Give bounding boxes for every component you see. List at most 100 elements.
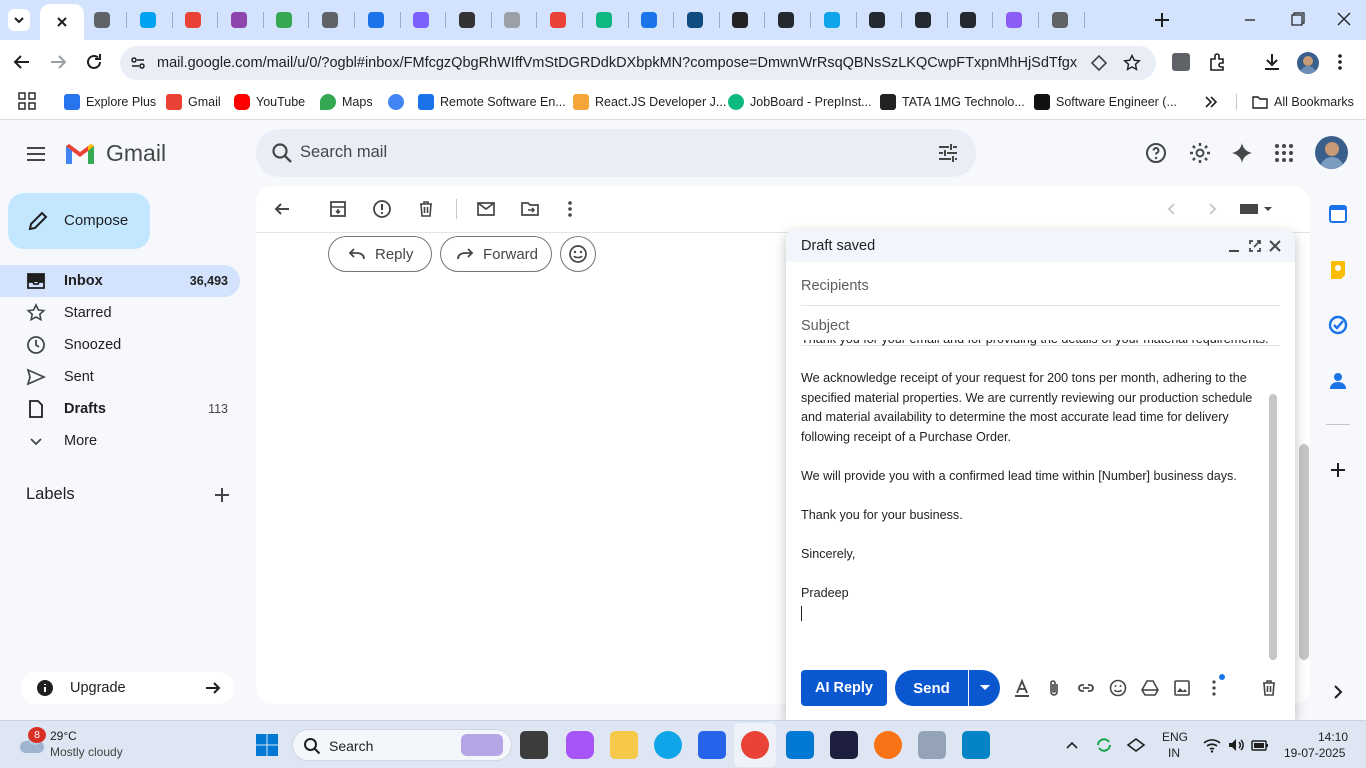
settings-gear-icon[interactable]	[1188, 141, 1212, 165]
all-bookmarks-folder[interactable]: All Bookmarks	[1252, 92, 1354, 112]
browser-tab[interactable]	[546, 8, 570, 32]
archive-icon[interactable]	[328, 199, 348, 219]
bookmark-maps[interactable]: Maps	[320, 92, 373, 112]
browser-tab[interactable]	[455, 8, 479, 32]
browser-tab[interactable]	[1002, 8, 1026, 32]
nav-more[interactable]: More	[0, 425, 240, 457]
profile-avatar[interactable]	[1297, 52, 1319, 74]
active-tab[interactable]	[40, 4, 84, 40]
chevron-up-icon[interactable]	[1064, 737, 1080, 753]
bookmark-jobboard[interactable]: JobBoard - PrepInst...	[728, 92, 872, 112]
google-drive-icon[interactable]	[1140, 678, 1160, 698]
search-bar[interactable]: Search mail	[256, 129, 976, 177]
bookmark-google[interactable]	[388, 92, 410, 112]
nav-sent[interactable]: Sent	[0, 361, 240, 393]
edge-icon[interactable]	[654, 731, 682, 759]
chrome-icon[interactable]	[741, 731, 769, 759]
browser-tab[interactable]	[272, 8, 296, 32]
taskbar-search[interactable]: Search	[292, 729, 512, 761]
puzzle-icon[interactable]	[1208, 52, 1228, 72]
tab-search-button[interactable]	[8, 9, 30, 31]
bookmark-gmail[interactable]: Gmail	[166, 92, 221, 112]
bookmark-reactjs[interactable]: React.JS Developer J...	[573, 92, 726, 112]
back-arrow-icon[interactable]	[272, 199, 292, 219]
chevron-double-right-icon[interactable]	[1202, 93, 1220, 111]
browser-tab[interactable]	[409, 8, 433, 32]
forward-button[interactable]: Forward	[440, 236, 552, 272]
browser-tab[interactable]	[136, 8, 160, 32]
reply-button[interactable]: Reply	[328, 236, 432, 272]
browser-tab[interactable]	[956, 8, 980, 32]
move-to-icon[interactable]	[520, 199, 540, 219]
attach-file-icon[interactable]	[1044, 678, 1064, 698]
wifi-icon[interactable]	[1202, 735, 1222, 755]
formatting-options-icon[interactable]	[1012, 678, 1032, 698]
add-label-icon[interactable]	[212, 485, 232, 505]
tasks-app-icon[interactable]	[1326, 313, 1350, 337]
browser-tab[interactable]	[911, 8, 935, 32]
upgrade-button[interactable]: Upgrade	[20, 672, 234, 704]
send-button[interactable]: Send	[895, 670, 968, 706]
browser-tab[interactable]	[318, 8, 342, 32]
minimize-icon[interactable]	[1226, 239, 1242, 255]
volume-icon[interactable]	[1226, 735, 1246, 755]
browser-tab[interactable]	[774, 8, 798, 32]
insert-photo-icon[interactable]	[1172, 678, 1192, 698]
newer-chevron-icon[interactable]	[1162, 199, 1182, 219]
nav-starred[interactable]: Starred	[0, 297, 240, 329]
network-icon[interactable]	[1126, 735, 1146, 755]
bookmark-explore-plus[interactable]: Explore Plus	[64, 92, 156, 112]
help-icon[interactable]	[1144, 141, 1168, 165]
clock-time[interactable]: 14:10	[1318, 730, 1348, 744]
message-body-editor[interactable]: Thank you for your email and for providi…	[801, 340, 1271, 662]
page-scrollbar[interactable]	[1299, 444, 1309, 660]
tab-share-icon[interactable]	[1090, 54, 1108, 72]
reload-button[interactable]	[82, 50, 106, 74]
browser-tab[interactable]	[90, 8, 114, 32]
browser-tab[interactable]	[820, 8, 844, 32]
report-spam-icon[interactable]	[372, 199, 392, 219]
bookmark-youtube[interactable]: YouTube	[234, 92, 305, 112]
address-bar[interactable]: mail.google.com/mail/u/0/?ogbl#inbox/FMf…	[120, 46, 1156, 80]
gemini-sparkle-icon[interactable]	[1230, 141, 1254, 165]
browser-tab[interactable]	[500, 8, 524, 32]
mark-unread-icon[interactable]	[476, 199, 496, 219]
language-bottom[interactable]: IN	[1168, 746, 1180, 760]
browser-tab[interactable]	[364, 8, 388, 32]
close-icon[interactable]	[1267, 238, 1283, 254]
expand-side-panel-button[interactable]	[1326, 680, 1350, 704]
extension-icon[interactable]	[1172, 53, 1190, 71]
bookmark-software-engineer[interactable]: Software Engineer (...	[1034, 92, 1177, 112]
remote-desktop-icon[interactable]	[918, 731, 946, 759]
browser-tab[interactable]	[865, 8, 889, 32]
windows-start-icon[interactable]	[255, 733, 279, 757]
browser-tab[interactable]	[181, 8, 205, 32]
google-apps-icon[interactable]	[1272, 141, 1296, 165]
postman-icon[interactable]	[874, 731, 902, 759]
battery-icon[interactable]	[1250, 735, 1270, 755]
search-input[interactable]: Search mail	[300, 143, 387, 162]
account-avatar[interactable]	[1315, 136, 1348, 169]
search-icon[interactable]	[270, 141, 294, 165]
chrome-menu-icon[interactable]	[1330, 52, 1350, 72]
forward-button[interactable]	[46, 50, 70, 74]
browser-tab[interactable]	[728, 8, 752, 32]
file-explorer-icon[interactable]	[610, 731, 638, 759]
input-tools-keyboard-icon[interactable]	[1238, 199, 1274, 219]
nav-inbox[interactable]: Inbox 36,493	[0, 265, 240, 297]
nav-drafts[interactable]: Drafts 113	[0, 393, 240, 425]
bookmark-remote-software[interactable]: Remote Software En...	[418, 92, 566, 112]
apps-grid-icon[interactable]	[18, 92, 36, 110]
recipients-field[interactable]: Recipients	[801, 266, 1280, 306]
insert-emoji-icon[interactable]	[1108, 678, 1128, 698]
bookmark-tata1mg[interactable]: TATA 1MG Technolo...	[880, 92, 1025, 112]
close-icon[interactable]	[40, 4, 84, 40]
clock-date[interactable]: 19-07-2025	[1284, 746, 1345, 760]
new-tab-button[interactable]	[1150, 8, 1174, 32]
browser-tab[interactable]	[683, 8, 707, 32]
window-restore-button[interactable]	[1285, 10, 1309, 30]
ai-reply-button[interactable]: AI Reply	[801, 670, 887, 706]
copilot-icon[interactable]	[566, 731, 594, 759]
more-options-icon[interactable]	[560, 199, 580, 219]
insert-link-icon[interactable]	[1076, 678, 1096, 698]
